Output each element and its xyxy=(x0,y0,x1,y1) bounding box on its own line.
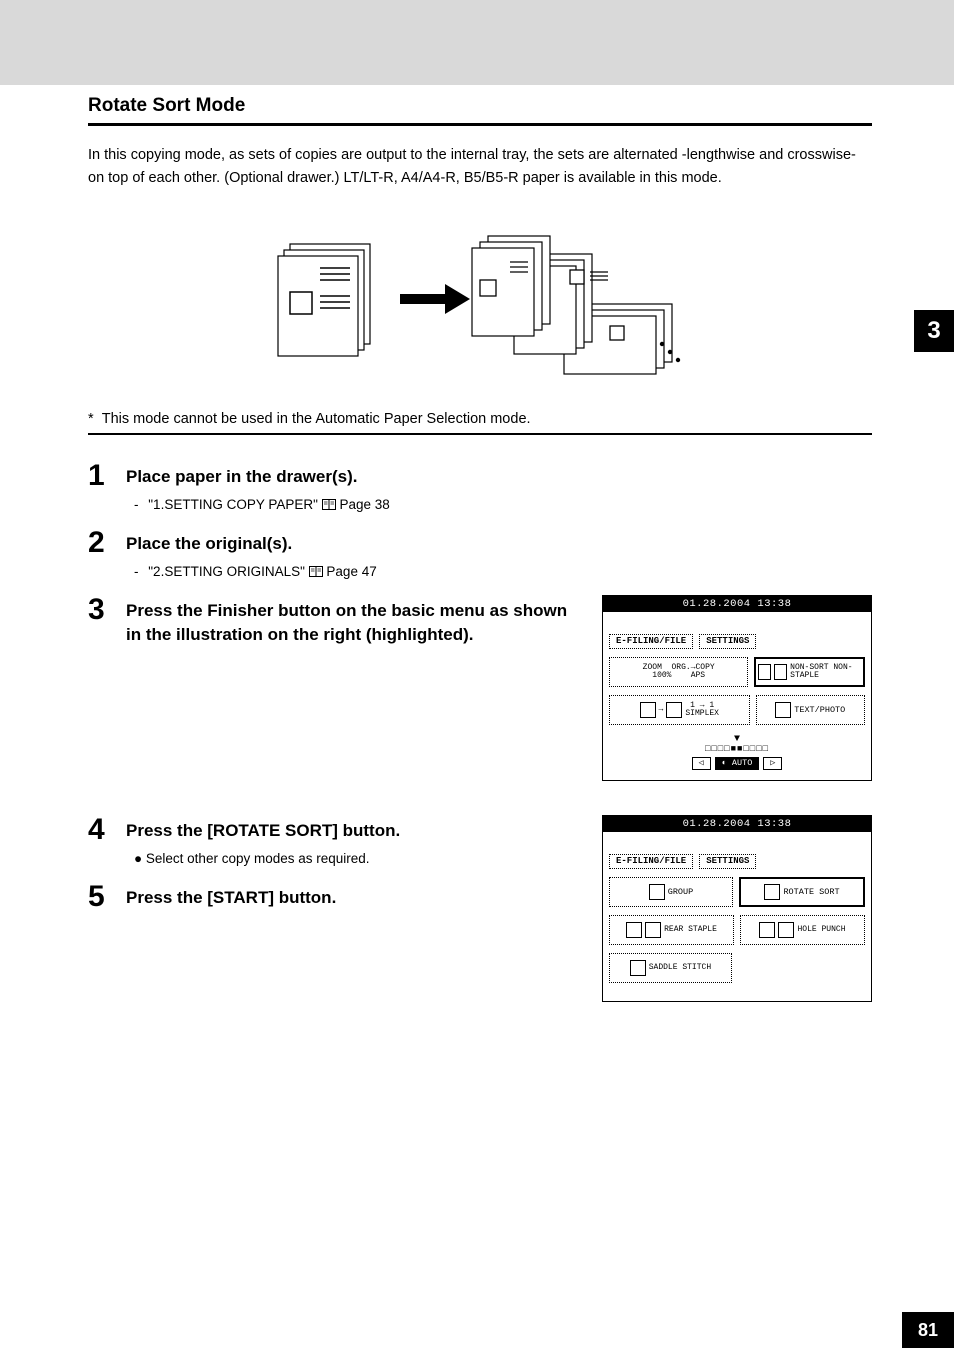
step-title: Place the original(s). xyxy=(126,532,872,556)
staple-icon xyxy=(626,922,642,938)
staple-icon xyxy=(645,922,661,938)
ref-label: "2.SETTING ORIGINALS" xyxy=(148,564,305,579)
step-reference: - "2.SETTING ORIGINALS" Page 47 xyxy=(134,564,872,579)
step-bullet: ● Select other copy modes as required. xyxy=(134,851,586,866)
step-number: 4 xyxy=(88,815,112,845)
step-4: 4 Press the [ROTATE SORT] button. ● Sele… xyxy=(88,815,586,872)
pager: ▼ □□□□■■□□□□ ◁ ◐ AUTO ▷ xyxy=(603,729,871,780)
step-2: 2 Place the original(s). - "2.SETTING OR… xyxy=(88,528,872,585)
step-reference: - "1.SETTING COPY PAPER" Page 38 xyxy=(134,497,872,512)
page-number: 81 xyxy=(902,1312,954,1348)
step-3: 3 Press the Finisher button on the basic… xyxy=(88,595,586,655)
section-heading: Rotate Sort Mode xyxy=(88,95,872,126)
hole-punch-button[interactable]: HOLE PUNCH xyxy=(740,915,865,945)
punch-icon xyxy=(759,922,775,938)
pager-auto[interactable]: ◐ AUTO xyxy=(715,757,760,770)
tab-efiling-file[interactable]: E-FILING/FILE xyxy=(609,634,693,649)
note-text: This mode cannot be used in the Automati… xyxy=(102,411,531,427)
tab-settings[interactable]: SETTINGS xyxy=(699,854,756,869)
tab-settings[interactable]: SETTINGS xyxy=(699,634,756,649)
top-gray-bar xyxy=(0,0,954,85)
pager-prev[interactable]: ◁ xyxy=(692,757,711,770)
ref-page: Page 47 xyxy=(326,564,376,579)
rotate-sort-diagram xyxy=(88,214,872,389)
rotate-sort-button[interactable]: ROTATE SORT xyxy=(739,877,865,907)
screen-datetime: 01.28.2004 13:38 xyxy=(603,816,871,833)
staple-icon xyxy=(774,664,787,680)
step-title: Press the [START] button. xyxy=(126,886,586,910)
intro-paragraph: In this copying mode, as sets of copies … xyxy=(88,144,872,190)
step-5: 5 Press the [START] button. xyxy=(88,882,586,918)
finisher-button[interactable]: NON-SORT NON-STAPLE xyxy=(754,657,865,687)
step-number: 3 xyxy=(88,595,112,625)
step-1: 1 Place paper in the drawer(s). - "1.SET… xyxy=(88,461,872,518)
text-photo-button[interactable]: TEXT/PHOTO xyxy=(756,695,865,725)
ref-page: Page 38 xyxy=(339,497,389,512)
text-photo-icon xyxy=(775,702,791,718)
step-title: Place paper in the drawer(s). xyxy=(126,465,872,489)
saddle-stitch-button[interactable]: SADDLE STITCH xyxy=(609,953,732,983)
step-number: 2 xyxy=(88,528,112,558)
screen-datetime: 01.28.2004 13:38 xyxy=(603,596,871,613)
page-icon xyxy=(640,702,656,718)
finisher-menu-screenshot: 01.28.2004 13:38 E-FILING/FILE SETTINGS … xyxy=(602,815,872,1003)
book-icon xyxy=(309,566,323,577)
saddle-icon xyxy=(630,960,646,976)
group-button[interactable]: GROUP xyxy=(609,877,733,907)
ref-label: "1.SETTING COPY PAPER" xyxy=(148,497,318,512)
group-icon xyxy=(649,884,665,900)
step-number: 1 xyxy=(88,461,112,491)
tab-efiling-file[interactable]: E-FILING/FILE xyxy=(609,854,693,869)
basic-menu-screenshot: 01.28.2004 13:38 E-FILING/FILE SETTINGS … xyxy=(602,595,872,781)
punch-icon xyxy=(778,922,794,938)
rear-staple-button[interactable]: REAR STAPLE xyxy=(609,915,734,945)
book-icon xyxy=(322,499,336,510)
note-asterisk: * xyxy=(88,411,94,427)
step-number: 5 xyxy=(88,882,112,912)
sort-icon xyxy=(758,664,771,680)
step-title: Press the Finisher button on the basic m… xyxy=(126,599,586,647)
footnote: * This mode cannot be used in the Automa… xyxy=(88,411,872,427)
pager-next[interactable]: ▷ xyxy=(763,757,782,770)
simplex-button[interactable]: → 1 → 1SIMPLEX xyxy=(609,695,750,725)
zoom-aps-button[interactable]: ZOOM ORG.→COPY 100% APS xyxy=(609,657,748,687)
chapter-tab: 3 xyxy=(914,310,954,352)
page-icon xyxy=(666,702,682,718)
divider xyxy=(88,433,872,435)
rotate-sort-icon xyxy=(764,884,780,900)
step-title: Press the [ROTATE SORT] button. xyxy=(126,819,586,843)
